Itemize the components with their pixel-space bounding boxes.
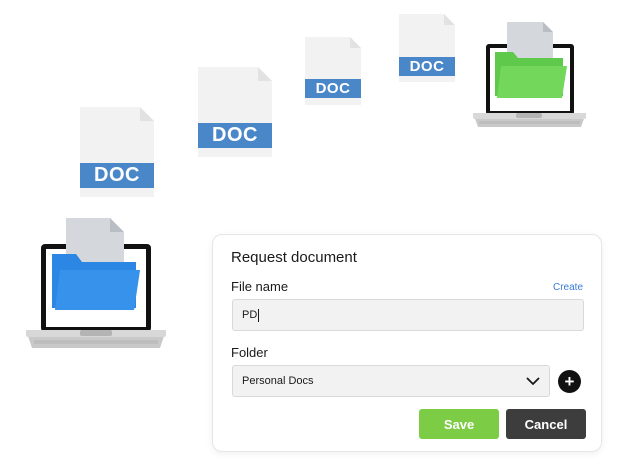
file-name-input[interactable]: PD [232, 299, 584, 331]
chevron-down-icon [526, 377, 540, 386]
dialog-title: Request document [231, 249, 357, 266]
text-cursor [258, 308, 260, 322]
create-link[interactable]: Create [553, 282, 583, 293]
folder-select[interactable]: Personal Docs [232, 365, 550, 397]
file-name-value: PD [242, 309, 258, 321]
doc-label: DOC [315, 80, 351, 97]
folder-label: Folder [231, 345, 268, 360]
plus-icon: + [564, 372, 575, 391]
laptop-illustration [473, 22, 586, 127]
add-folder-button[interactable]: + [558, 370, 581, 393]
doc-label: DOC [94, 164, 140, 186]
cancel-button[interactable]: Cancel [506, 409, 586, 439]
doc-file-icon: DOC [80, 107, 154, 197]
folder-selected-value: Personal Docs [242, 375, 314, 387]
file-name-label: File name [231, 279, 289, 294]
doc-label: DOC [409, 58, 445, 75]
doc-file-icon: DOC [399, 14, 455, 82]
doc-file-icon: DOC [305, 37, 361, 105]
laptop-blue-folder-icon [24, 214, 168, 352]
stage: DOC DOC DOC DOC Request document File na… [0, 0, 620, 470]
laptop-illustration [26, 218, 166, 348]
doc-label: DOC [212, 124, 258, 146]
doc-file-icon: DOC [198, 67, 272, 157]
save-button[interactable]: Save [419, 409, 499, 439]
request-document-dialog: Request document File name Create PD Fol… [212, 234, 602, 452]
laptop-green-folder-icon [471, 20, 588, 130]
